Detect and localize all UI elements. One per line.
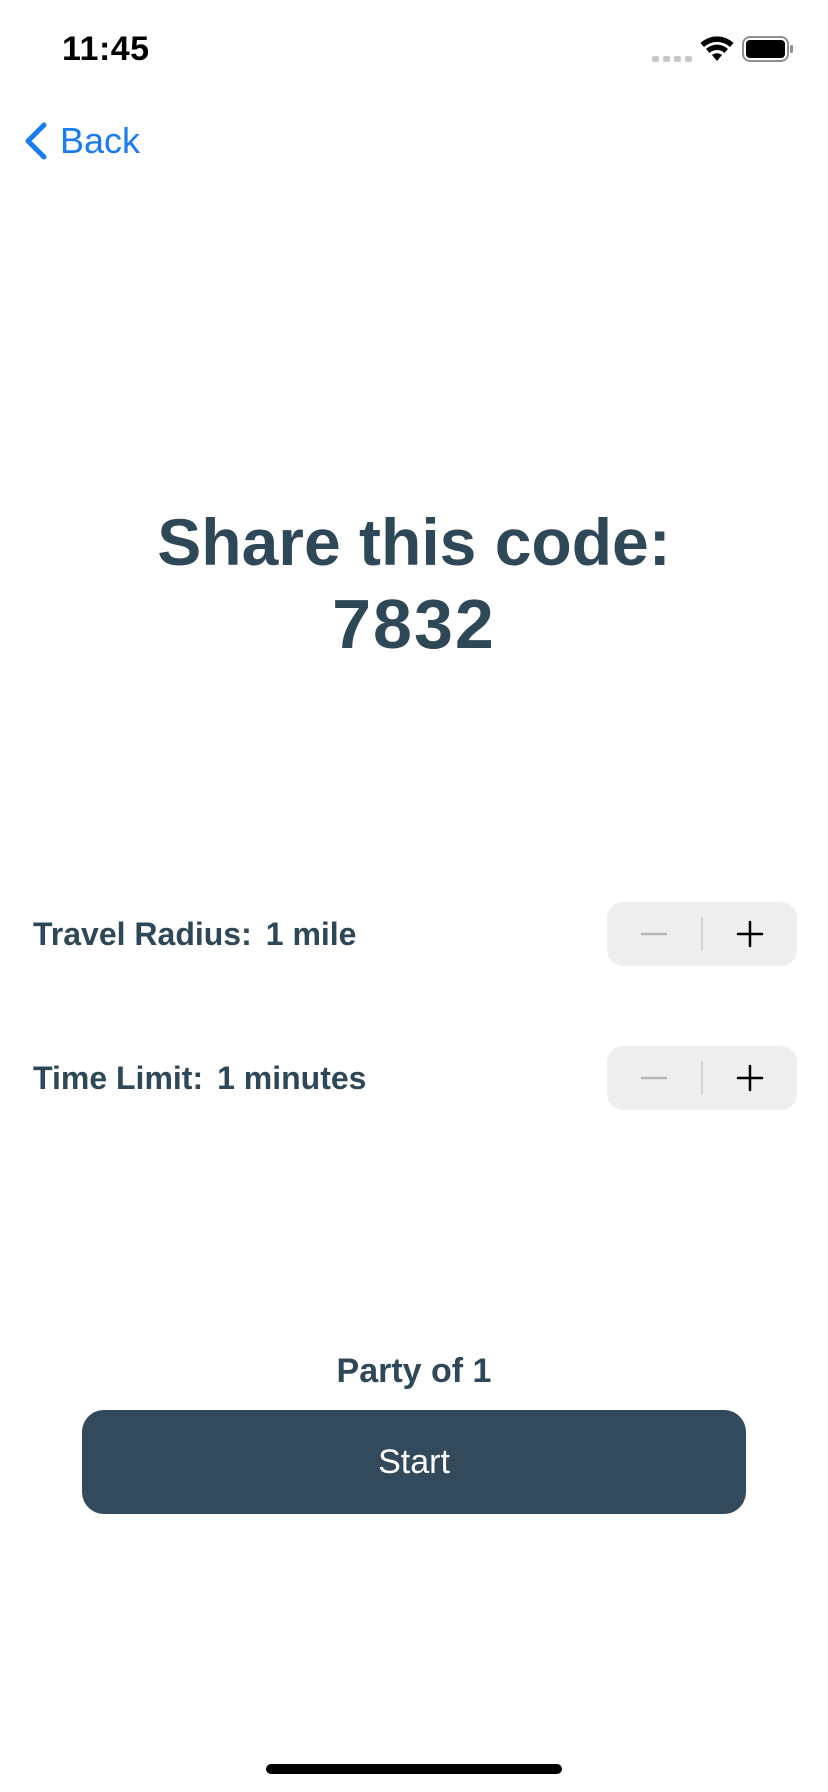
time-limit-row: Time Limit: 1 minutes (0, 1046, 828, 1110)
share-code: 7832 (332, 585, 496, 663)
back-button[interactable]: Back (22, 118, 140, 164)
wifi-icon (700, 36, 734, 61)
travel-radius-stepper (607, 902, 797, 966)
time-limit-label: Time Limit: (33, 1060, 204, 1096)
minus-icon (640, 932, 668, 936)
chevron-left-icon (25, 122, 47, 160)
minus-icon (640, 1076, 668, 1080)
back-label: Back (60, 120, 141, 161)
time-limit-increment-button[interactable] (703, 1046, 797, 1110)
travel-radius-label-group: Travel Radius: 1 mile (33, 902, 356, 966)
time-limit-decrement-button[interactable] (607, 1046, 701, 1110)
travel-radius-row: Travel Radius: 1 mile (0, 902, 828, 966)
time-limit-label-group: Time Limit: 1 minutes (33, 1046, 366, 1110)
time-limit-stepper (607, 1046, 797, 1110)
status-time: 11:45 (62, 30, 150, 68)
home-indicator[interactable] (266, 1764, 562, 1774)
party-size-label: Party of 1 (336, 1352, 492, 1390)
plus-icon (736, 920, 764, 948)
status-bar: 11:45 (0, 0, 828, 100)
plus-icon (736, 1064, 764, 1092)
travel-radius-value: 1 mile (265, 916, 357, 952)
travel-radius-label: Travel Radius: (33, 916, 252, 952)
signal-icon (652, 56, 692, 62)
battery-icon (742, 36, 793, 62)
start-button[interactable]: Start (82, 1410, 746, 1514)
time-limit-value: 1 minutes (217, 1060, 367, 1096)
share-title: Share this code: (157, 505, 671, 579)
travel-radius-increment-button[interactable] (703, 902, 797, 966)
travel-radius-decrement-button[interactable] (607, 902, 701, 966)
